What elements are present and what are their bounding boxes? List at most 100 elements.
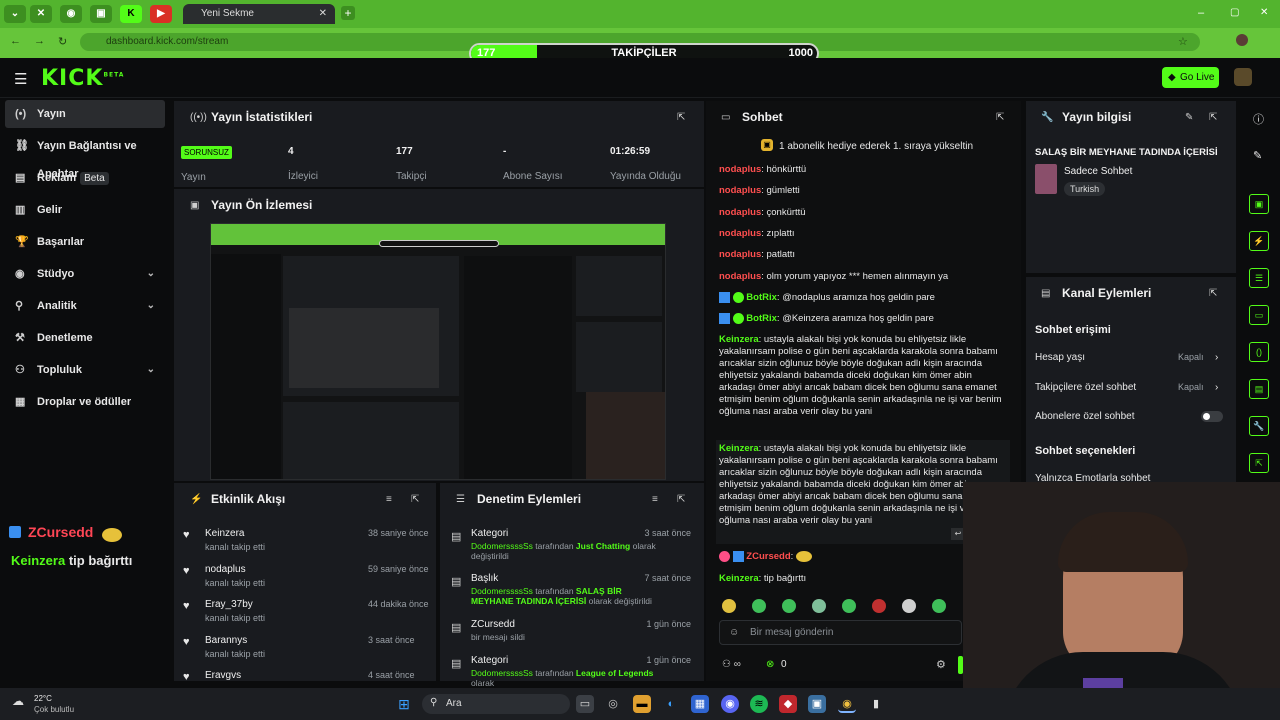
windows-start-icon[interactable]: ⊞ — [395, 695, 413, 713]
edit-icon[interactable]: ✎ — [1253, 149, 1262, 162]
emote-icon[interactable] — [902, 599, 916, 613]
popout-icon[interactable]: ⇱ — [411, 494, 419, 505]
account-age-row[interactable]: Hesap yaşı Kapalı › — [1035, 352, 1225, 363]
profile-avatar[interactable] — [1236, 34, 1248, 46]
quick-actions-icon[interactable]: ⇱ — [1249, 453, 1269, 473]
edit-pencil-icon[interactable]: ✎ — [1185, 112, 1193, 123]
x-tab-icon[interactable]: ✕ — [30, 5, 52, 23]
copilot-icon[interactable]: ◎ — [604, 695, 622, 713]
edge-icon[interactable]: ◐ — [662, 695, 680, 713]
followers-only-row[interactable]: Takipçilere özel sohbet Kapalı › — [1035, 382, 1225, 393]
kick-tab-icon[interactable]: K — [120, 5, 142, 23]
maximize-icon[interactable]: ▢ — [1230, 7, 1239, 18]
store-icon[interactable]: ▦ — [691, 695, 709, 713]
channel-widget-icon[interactable]: ▤ — [1249, 379, 1269, 399]
tab-new-tab[interactable]: Yeni Sekme ✕ — [183, 4, 335, 24]
points-icon[interactable]: ⊗ — [766, 659, 774, 670]
sidebar-item[interactable]: ▥ Gelir — [5, 196, 165, 224]
chat-username[interactable]: ZCursedd — [746, 551, 790, 562]
emote-icon[interactable] — [932, 599, 946, 613]
popout-icon[interactable]: ⇱ — [996, 112, 1004, 123]
popout-icon[interactable]: ⇱ — [677, 112, 685, 123]
chat-username[interactable]: nodaplus — [719, 249, 761, 260]
sidebar-item[interactable]: ▦ Droplar ve ödüller — [5, 388, 165, 416]
chat-username[interactable]: BotRix — [746, 313, 777, 324]
close-window-icon[interactable]: ✕ — [1260, 7, 1268, 18]
mod-actor[interactable]: DodomerssssSs — [471, 586, 533, 596]
app-misc-icon[interactable]: ▮ — [867, 695, 885, 713]
pinned-sub-message[interactable]: 1 abonelik hediye ederek 1. sıraya yükse… — [779, 141, 973, 152]
chat-username[interactable]: Keinzera — [719, 443, 759, 454]
close-tab-icon[interactable]: ✕ — [319, 4, 327, 24]
minimize-icon[interactable]: – — [1198, 7, 1204, 19]
chat-username[interactable]: nodaplus — [719, 271, 761, 282]
activity-widget-icon[interactable]: ⚡ — [1249, 231, 1269, 251]
file-explorer-icon[interactable]: ▬ — [633, 695, 651, 713]
sidebar-item[interactable]: 🏆 Başarılar — [5, 228, 165, 256]
info-widget-icon[interactable]: 🔧 — [1249, 416, 1269, 436]
filter-icon[interactable]: ≡ — [386, 494, 392, 505]
emote-icon[interactable] — [872, 599, 886, 613]
task-view-icon[interactable]: ▭ — [576, 695, 594, 713]
emote-icon[interactable] — [842, 599, 856, 613]
chat-username[interactable]: nodaplus — [719, 185, 761, 196]
sidebar-item[interactable]: ⚒ Denetleme — [5, 324, 165, 352]
emote-icon[interactable] — [812, 599, 826, 613]
discord-icon[interactable]: ◉ — [721, 695, 739, 713]
weather-temp[interactable]: 22°C — [34, 694, 52, 703]
chat-username[interactable]: nodaplus — [719, 228, 761, 239]
user-avatar[interactable] — [1234, 68, 1252, 86]
chat-input[interactable]: ☺ Bir mesaj gönderin — [719, 620, 962, 645]
chrome-icon[interactable]: ◉ — [838, 695, 856, 713]
new-tab-button[interactable]: + — [341, 6, 355, 20]
sidebar-item[interactable]: ⛓ Yayın Bağlantısı ve Anahtar — [5, 132, 165, 180]
chat-username[interactable]: Keinzera — [719, 573, 759, 584]
tv-tab-icon[interactable]: ▣ — [90, 5, 112, 23]
mod-actor[interactable]: DodomerssssSs — [471, 668, 533, 678]
emoji-icon[interactable]: ☺ — [729, 627, 739, 638]
activity-user[interactable]: Eray_37by — [205, 599, 253, 610]
sidebar-item[interactable]: ◉ Stüdyo ⌄ — [5, 260, 165, 288]
app-blue-icon[interactable]: ▣ — [808, 695, 826, 713]
youtube-tab-icon[interactable]: ▶ — [150, 5, 172, 23]
forward-icon[interactable]: → — [34, 35, 45, 47]
subs-only-toggle[interactable] — [1201, 411, 1223, 422]
sidebar-item[interactable]: ▤ Reklam Beta — [5, 164, 165, 192]
weather-desc[interactable]: Çok bulutlu — [34, 705, 74, 714]
gamepad-tab-icon[interactable]: ◉ — [60, 5, 82, 23]
emote-icon[interactable] — [752, 599, 766, 613]
activity-user[interactable]: Keinzera — [205, 528, 244, 539]
settings-gear-icon[interactable]: ⚙ — [936, 658, 946, 671]
back-icon[interactable]: ← — [10, 35, 21, 47]
moderation-widget-icon[interactable]: ☰ — [1249, 268, 1269, 288]
chat-username[interactable]: BotRix — [746, 292, 777, 303]
category-name[interactable]: Sadece Sohbet — [1064, 166, 1132, 177]
taskbar-search[interactable]: ⚲ Ara — [422, 694, 570, 714]
emote-icon[interactable] — [722, 599, 736, 613]
sidebar-item[interactable]: ⚲ Analitik ⌄ — [5, 292, 165, 320]
go-live-button[interactable]: ◆ Go Live — [1162, 67, 1219, 88]
app-red-icon[interactable]: ◆ — [779, 695, 797, 713]
sidebar-item[interactable]: ⚇ Topluluk ⌄ — [5, 356, 165, 384]
info-icon[interactable]: ⓘ — [1253, 111, 1264, 127]
chat-username[interactable]: Keinzera — [719, 334, 759, 345]
stats-widget-icon[interactable]: ▣ — [1249, 194, 1269, 214]
spotify-icon[interactable]: ≋ — [750, 695, 768, 713]
kick-logo[interactable]: KICKBETA — [41, 66, 124, 91]
popout-icon[interactable]: ⇱ — [1209, 288, 1217, 299]
activity-user[interactable]: nodaplus — [205, 564, 246, 575]
reload-icon[interactable]: ↻ — [58, 35, 67, 48]
tab-list-icon[interactable]: ⌄ — [4, 5, 26, 23]
hamburger-menu-icon[interactable]: ☰ — [14, 70, 27, 88]
popout-icon[interactable]: ⇱ — [1209, 112, 1217, 123]
chat-widget-icon[interactable]: ▭ — [1249, 305, 1269, 325]
filter-icon[interactable]: ≡ — [652, 494, 658, 505]
chat-username[interactable]: nodaplus — [719, 207, 761, 218]
activity-user[interactable]: Barannys — [205, 635, 247, 646]
popout-icon[interactable]: ⇱ — [677, 494, 685, 505]
sidebar-item[interactable]: (•) Yayın — [5, 100, 165, 128]
bookmark-star-icon[interactable]: ☆ — [1178, 35, 1188, 48]
emote-icon[interactable] — [782, 599, 796, 613]
chat-username[interactable]: nodaplus — [719, 164, 761, 175]
broadcast-widget-icon[interactable]: () — [1249, 342, 1269, 362]
